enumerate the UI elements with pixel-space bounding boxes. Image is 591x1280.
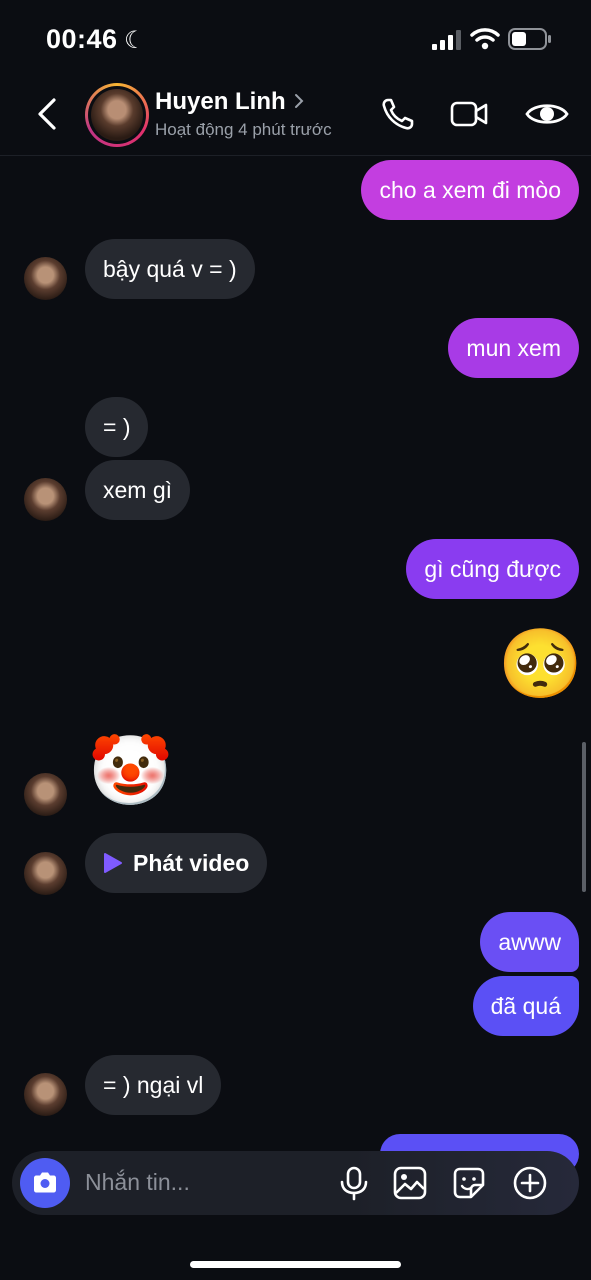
play-icon	[104, 853, 122, 873]
message-bubble-received[interactable]: = ) ngại vl	[85, 1055, 222, 1115]
status-bar: 00:46 ☾	[0, 0, 591, 80]
emoji-message-sent[interactable]: 🥺	[498, 630, 583, 698]
chat-header: Huyen Linh Hoạt động 4 phút trước	[0, 80, 591, 156]
camera-icon	[34, 1172, 56, 1193]
eye-icon[interactable]	[524, 94, 570, 134]
battery-icon	[508, 28, 551, 50]
video-call-icon[interactable]	[449, 94, 489, 134]
avatar[interactable]	[24, 773, 67, 816]
wifi-icon	[470, 28, 500, 50]
message-bubble-received[interactable]: = )	[85, 397, 149, 457]
message-bubble-sent[interactable]: gì cũng được	[406, 539, 579, 599]
message-bubble-sent[interactable]: đã quá	[472, 976, 579, 1036]
phone-icon[interactable]	[378, 94, 418, 134]
message-bubble-sent[interactable]: mun xem	[448, 318, 579, 378]
message-bubble-received[interactable]: bậy quá v = )	[85, 239, 255, 299]
video-label: Phát video	[133, 849, 250, 876]
status-time: 00:46	[46, 24, 118, 54]
scrollbar[interactable]	[582, 742, 586, 892]
message-bubble-sent[interactable]: cho a xem đi mòo	[361, 160, 579, 220]
avatar[interactable]	[24, 257, 67, 300]
video-message[interactable]: Phát video	[85, 833, 268, 893]
emoji-message-received[interactable]: 🤡	[88, 737, 173, 805]
back-arrow-icon[interactable]	[34, 96, 62, 132]
avatar[interactable]	[24, 1073, 67, 1116]
camera-button[interactable]	[20, 1158, 70, 1208]
message-composer: Nhắn tin...	[12, 1151, 579, 1215]
activity-status: Hoạt động 4 phút trước	[155, 120, 332, 139]
moon-icon: ☾	[124, 27, 146, 54]
message-bubble-sent[interactable]: awww	[480, 912, 579, 972]
chevron-right-icon[interactable]	[293, 92, 305, 110]
sticker-icon[interactable]	[451, 1165, 487, 1201]
contact-name[interactable]: Huyen Linh	[155, 88, 286, 116]
microphone-icon[interactable]	[336, 1165, 372, 1201]
gallery-icon[interactable]	[392, 1165, 428, 1201]
cellular-signal-icon	[432, 30, 461, 50]
message-bubble-received[interactable]: xem gì	[85, 460, 191, 520]
add-icon[interactable]	[512, 1165, 548, 1201]
avatar[interactable]	[24, 852, 67, 895]
avatar[interactable]	[24, 478, 67, 521]
message-input[interactable]: Nhắn tin...	[85, 1169, 190, 1196]
avatar[interactable]	[85, 83, 149, 147]
home-indicator[interactable]	[190, 1261, 401, 1268]
